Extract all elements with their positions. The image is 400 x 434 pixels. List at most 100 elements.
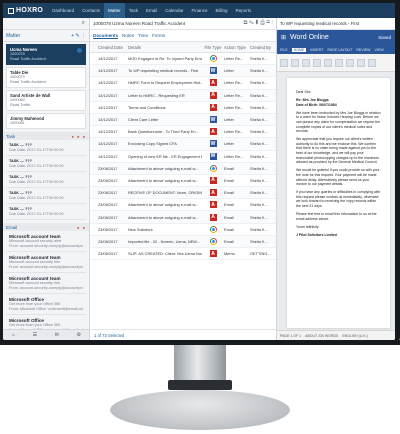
nav-tab-contacts[interactable]: Contacts [78, 3, 104, 18]
table-row[interactable]: 23/08/2017 Attachment to above outgoing e… [90, 162, 276, 175]
app-launcher-icon[interactable]: ⊞ [281, 34, 286, 41]
matter-card[interactable]: Sand Artiste de Wall 1000080 Road Traffic [6, 90, 86, 111]
tab-notes[interactable]: Notes [122, 33, 134, 38]
pdf-file-icon[interactable]: A [209, 79, 217, 87]
ribbon-tab-review[interactable]: REVIEW [356, 48, 370, 52]
column-created-date[interactable]: Created Date [96, 45, 128, 50]
gear-icon[interactable]: ⚙ [77, 332, 81, 338]
word-file-icon[interactable]: W [209, 140, 217, 148]
word-file-icon[interactable]: W [209, 116, 217, 124]
row-created-date: 14/12/2017 [98, 68, 118, 74]
font-icon[interactable] [291, 58, 299, 67]
nav-tab-email[interactable]: Email [142, 3, 161, 18]
table-row[interactable]: 23/08/2017 Attachment to above outgoing e… [90, 211, 276, 224]
word-file-icon[interactable]: W [209, 67, 217, 75]
table-row[interactable]: 23/08/2017 Attachment to above outgoing e… [90, 199, 276, 212]
align-icon[interactable] [346, 58, 354, 67]
table-row[interactable]: 14/12/2017 Opening of new ER file - ER En… [90, 151, 276, 163]
pdf-file-icon[interactable]: A [209, 189, 217, 197]
pdf-file-icon[interactable]: A [209, 250, 217, 258]
column-file-type[interactable]: File Type [202, 45, 224, 50]
column-created-by[interactable]: Created By [250, 45, 276, 50]
nav-tab-dashboard[interactable]: Dashboard [48, 3, 78, 18]
nav-tab-calendar[interactable]: Calendar [161, 3, 187, 18]
task-item[interactable]: TASK — ??? Due Date: 2017-01-17T00:00:00 [6, 173, 86, 188]
email-item[interactable]: Microsoft Office Get more from your Offic… [6, 295, 86, 315]
email-item[interactable]: Microsoft account team Microsoft account … [6, 253, 86, 273]
menu-icon[interactable]: ☰ [33, 332, 37, 338]
nav-tab-matter[interactable]: Matter [103, 3, 125, 18]
table-row[interactable]: 14/12/2017 MOD Engaged re Re: To Injured … [90, 53, 276, 66]
search-icon[interactable]: ⌕ [82, 20, 85, 27]
document-preview-panel: To WP requesting medical records - First… [276, 18, 395, 340]
mail-icon[interactable]: ✉ [55, 332, 59, 338]
chrome-file-icon[interactable] [209, 237, 217, 245]
email-item[interactable]: Microsoft account team Microsoft account … [6, 274, 86, 294]
row-created-date: 23/08/2017 [98, 251, 118, 257]
home-icon[interactable]: ⌂ [12, 332, 15, 338]
pdf-file-icon[interactable]: A [209, 103, 217, 111]
task-item[interactable]: TASK — ??? Due Date: 2017-01-17T00:00:00 [6, 205, 86, 220]
tab-forms[interactable]: Forms [152, 33, 165, 38]
matter-card[interactable]: Jimmy Mahmood 1000081 [6, 113, 86, 129]
table-row[interactable]: 23/08/2017 SLIP: AS CREATED: Client: Mrs … [90, 248, 276, 261]
table-row[interactable]: 23/08/2017 Imported file - 02 - Noreen, U… [90, 235, 276, 248]
pdf-file-icon[interactable]: A [209, 213, 217, 221]
nav-tab-task[interactable]: Task [125, 3, 142, 18]
nav-tab-finance[interactable]: Finance [188, 3, 212, 18]
pdf-file-icon[interactable]: A [209, 201, 217, 209]
table-row[interactable]: 14/12/2017 Enclosing Copy Signed CFA W Lett… [90, 138, 276, 151]
table-row[interactable]: 14/12/2017 To WP requesting medical recor… [90, 65, 276, 78]
styles-icon[interactable] [357, 58, 365, 67]
document-toolbar-icons[interactable]: ⧉ ✎ ⬇ ⎙ ✉ ⋮ [243, 20, 273, 27]
ribbon-tab-home[interactable]: HOME [291, 47, 307, 52]
ribbon-tab-file[interactable]: FILE [280, 48, 288, 52]
pdf-file-icon[interactable]: A [209, 176, 217, 184]
row-details: Terms and Conditions [128, 104, 166, 110]
table-row[interactable]: 14/12/2017 Client Care Letter W Letter Shell… [90, 113, 276, 127]
letter-page[interactable]: Dear Sirs Re: Mrs Joe Bloggs Date of Bir… [287, 78, 390, 328]
tab-time[interactable]: Time [138, 33, 148, 38]
find-icon[interactable] [368, 58, 376, 67]
row-file-type: W [202, 67, 224, 75]
italic-icon[interactable] [313, 58, 321, 67]
matter-card[interactable]: Table Die 1000079 Road Traffic Accident [6, 67, 86, 88]
ribbon-tab-page-layout[interactable]: PAGE LAYOUT [328, 48, 353, 52]
underline-icon[interactable] [324, 58, 332, 67]
app-logo[interactable]: HOXRO [3, 3, 48, 18]
ribbon-tab-insert[interactable]: INSERT [310, 48, 323, 52]
tab-documents[interactable]: Documents [93, 33, 119, 39]
table-row[interactable]: 14/12/2017 Terms and Conditions A Letter Re… [90, 102, 276, 114]
nav-tab-reports[interactable]: Reports [232, 3, 256, 18]
matter-card[interactable]: Ucma Noreen 1000078 Road Traffic Accident [6, 44, 86, 65]
column-details[interactable]: Details [128, 45, 202, 50]
pdf-file-icon[interactable]: A [209, 91, 217, 99]
ribbon-tab-view[interactable]: VIEW [375, 48, 384, 52]
bullets-icon[interactable] [335, 58, 343, 67]
nav-tab-billing[interactable]: Billing [212, 3, 232, 18]
email-section-label[interactable]: Email [6, 225, 17, 230]
column-action-type[interactable]: Action Type [224, 45, 250, 50]
chrome-file-icon[interactable] [209, 55, 217, 63]
chrome-file-icon[interactable] [209, 225, 217, 233]
table-row[interactable]: 23/08/2017 Attachment to above outgoing e… [90, 175, 276, 188]
pdf-file-icon[interactable]: A [209, 128, 217, 136]
table-row[interactable]: 14/12/2017 Letter to HMRC - Requesting ER… [90, 89, 276, 102]
row-created-by: Shella K... [250, 68, 268, 74]
task-item[interactable]: TASK — ??? Due Date: 2017-01-17T00:00:00 [6, 141, 86, 156]
word-ribbon [277, 54, 395, 72]
paste-icon[interactable] [280, 58, 288, 67]
email-item[interactable]: Microsoft account team Microsoft account … [6, 232, 86, 252]
task-item[interactable]: TASK — ??? Due Date: 2017-01-17T00:00:00 [6, 189, 86, 204]
matter-section-label[interactable]: Matter [6, 33, 20, 39]
table-row[interactable]: 14/12/2017 Bank Questionnaire - To Third … [90, 126, 276, 139]
matter-toolbar-icons[interactable]: + ✎ ⋮ [71, 33, 86, 39]
task-section-label[interactable]: Task [6, 134, 15, 139]
table-row[interactable]: 23/08/2017 New Solicitors Email Shella K... [90, 224, 276, 236]
table-row[interactable]: 14/12/2017 HMRC Form to Request Employmen… [90, 77, 276, 90]
table-row[interactable]: 23/08/2017 RECEIVE OF DOCUMENT: None, ORI… [90, 187, 276, 200]
task-item[interactable]: TASK — ??? Due Date: 2017-01-17T00:00:00 [6, 157, 86, 172]
chrome-file-icon[interactable] [209, 164, 217, 172]
bold-icon[interactable] [302, 58, 310, 67]
word-file-icon[interactable]: W [209, 152, 217, 160]
